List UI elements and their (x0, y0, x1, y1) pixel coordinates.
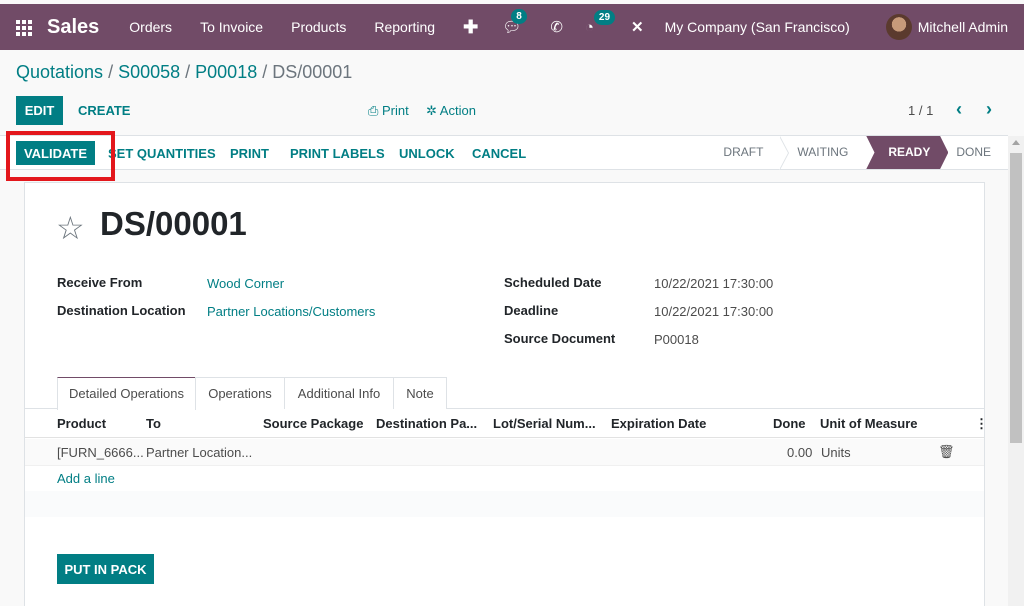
pager-value[interactable]: 1 / 1 (908, 103, 933, 118)
top-navbar: Sales Orders To Invoice Products Reporti… (0, 4, 1024, 50)
edit-button[interactable]: EDIT (16, 96, 63, 125)
cancel-button[interactable]: CANCEL (472, 140, 526, 166)
stage-done: DONE (956, 145, 991, 159)
table-row[interactable]: [FURN_6666... Partner Location... 0.00 U… (25, 439, 984, 466)
col-source-package[interactable]: Source Package (263, 416, 363, 431)
col-product[interactable]: Product (57, 416, 106, 431)
deadline-label: Deadline (504, 303, 559, 318)
gear-icon: ✲ (426, 102, 440, 118)
breadcrumb-po[interactable]: P00018 (195, 62, 257, 82)
print-button[interactable]: PRINT (230, 140, 269, 166)
col-done[interactable]: Done (773, 416, 806, 431)
apps-menu-icon[interactable] (16, 20, 32, 36)
chevron-left-icon[interactable]: ‹ (956, 99, 962, 120)
tab-note[interactable]: Note (393, 377, 447, 409)
clock-icon: ◔ (584, 18, 594, 36)
breadcrumb-separator: / (257, 62, 273, 82)
col-unit-of-measure[interactable]: Unit of Measure (820, 416, 918, 431)
plus-icon[interactable]: ✚ (463, 17, 478, 38)
tab-detailed-operations[interactable]: Detailed Operations (57, 377, 196, 410)
notebook-tabs: Detailed Operations Operations Additiona… (25, 377, 984, 410)
cell-uom: Units (821, 445, 851, 460)
destination-location-label: Destination Location (57, 303, 186, 318)
deadline-value: 10/22/2021 17:30:00 (654, 304, 774, 319)
menu-products[interactable]: Products (291, 19, 346, 35)
activities-badge: 29 (593, 9, 616, 25)
add-line-link[interactable]: Add a line (57, 471, 115, 486)
validate-button[interactable]: VALIDATE (16, 141, 95, 165)
messages-button[interactable]: 💬︎ 8 (502, 9, 527, 36)
form-sheet: ☆ DS/00001 Receive From Wood Corner Dest… (24, 182, 988, 606)
avatar[interactable] (885, 14, 912, 40)
activities-button[interactable]: ◔ 29 (584, 9, 616, 36)
debug-tools-icon[interactable]: ✕ (631, 18, 644, 36)
breadcrumb-quotations[interactable]: Quotations (16, 62, 103, 82)
scrollbar[interactable] (1008, 136, 1024, 606)
action-dropdown[interactable]: ✲ Action (426, 96, 476, 125)
destination-location-value[interactable]: Partner Locations/Customers (207, 304, 375, 319)
messages-badge: 8 (511, 9, 527, 24)
cell-product: [FURN_6666... (57, 445, 144, 460)
menu-to-invoice[interactable]: To Invoice (200, 19, 263, 35)
stage-ready: READY (866, 136, 949, 169)
stage-pipeline: DRAFT WAITING READY DONE (713, 136, 1008, 170)
scheduled-date-label: Scheduled Date (504, 275, 602, 290)
breadcrumb-current: DS/00001 (272, 62, 353, 82)
optional-columns-icon[interactable]: ⋮ (975, 416, 988, 432)
receive-from-label: Receive From (57, 275, 143, 290)
print-labels-button[interactable]: PRINT LABELS (290, 140, 385, 166)
breadcrumb-separator: / (103, 62, 119, 82)
col-destination-package[interactable]: Destination Pa... (376, 416, 477, 431)
scheduled-date-value: 10/22/2021 17:30:00 (654, 276, 774, 291)
cell-done: 0.00 (787, 445, 813, 460)
user-menu[interactable]: Mitchell Admin (918, 19, 1008, 35)
breadcrumb-so[interactable]: S00058 (118, 62, 180, 82)
app-name[interactable]: Sales (47, 16, 99, 39)
table-header: Product To Source Package Destination Pa… (25, 410, 988, 438)
print-dropdown[interactable]: ⎙ Print (368, 96, 409, 125)
put-in-pack-button[interactable]: PUT IN PACK (57, 554, 154, 584)
phone-icon[interactable]: ✆ (550, 18, 563, 36)
cell-to: Partner Location... (146, 445, 253, 460)
create-button[interactable]: CREATE (72, 96, 136, 125)
stage-waiting: WAITING (797, 145, 849, 159)
col-expiration-date[interactable]: Expiration Date (611, 416, 706, 431)
col-to[interactable]: To (146, 416, 161, 431)
chevron-right-icon[interactable]: › (986, 99, 992, 120)
stage-draft: DRAFT (713, 136, 790, 170)
set-quantities-button[interactable]: SET QUANTITIES (108, 140, 216, 166)
trash-icon[interactable]: 🗑︎ (938, 444, 955, 460)
company-switcher[interactable]: My Company (San Francisco) (665, 19, 850, 35)
menu-orders[interactable]: Orders (129, 19, 172, 35)
breadcrumb: Quotations / S00058 / P00018 / DS/00001 (16, 62, 352, 83)
statusbar: VALIDATE SET QUANTITIES PRINT PRINT LABE… (0, 135, 1008, 170)
scroll-up-arrow-icon[interactable] (1012, 140, 1020, 145)
breadcrumb-separator: / (180, 62, 196, 82)
scrollbar-thumb[interactable] (1010, 153, 1022, 443)
star-icon[interactable]: ☆ (56, 209, 85, 247)
tab-operations[interactable]: Operations (195, 377, 285, 409)
record-title: DS/00001 (100, 205, 247, 242)
tab-additional-info[interactable]: Additional Info (284, 377, 394, 409)
print-dropdown-label: Print (382, 102, 409, 118)
printer-icon: ⎙ (368, 102, 383, 118)
unlock-button[interactable]: UNLOCK (399, 140, 455, 166)
receive-from-value[interactable]: Wood Corner (207, 276, 284, 291)
source-document-value: P00018 (654, 332, 699, 347)
empty-row (25, 491, 984, 517)
action-dropdown-label: Action (439, 102, 476, 118)
source-document-label: Source Document (504, 331, 616, 346)
menu-reporting[interactable]: Reporting (374, 19, 435, 35)
col-lot-serial[interactable]: Lot/Serial Num... (493, 416, 596, 431)
